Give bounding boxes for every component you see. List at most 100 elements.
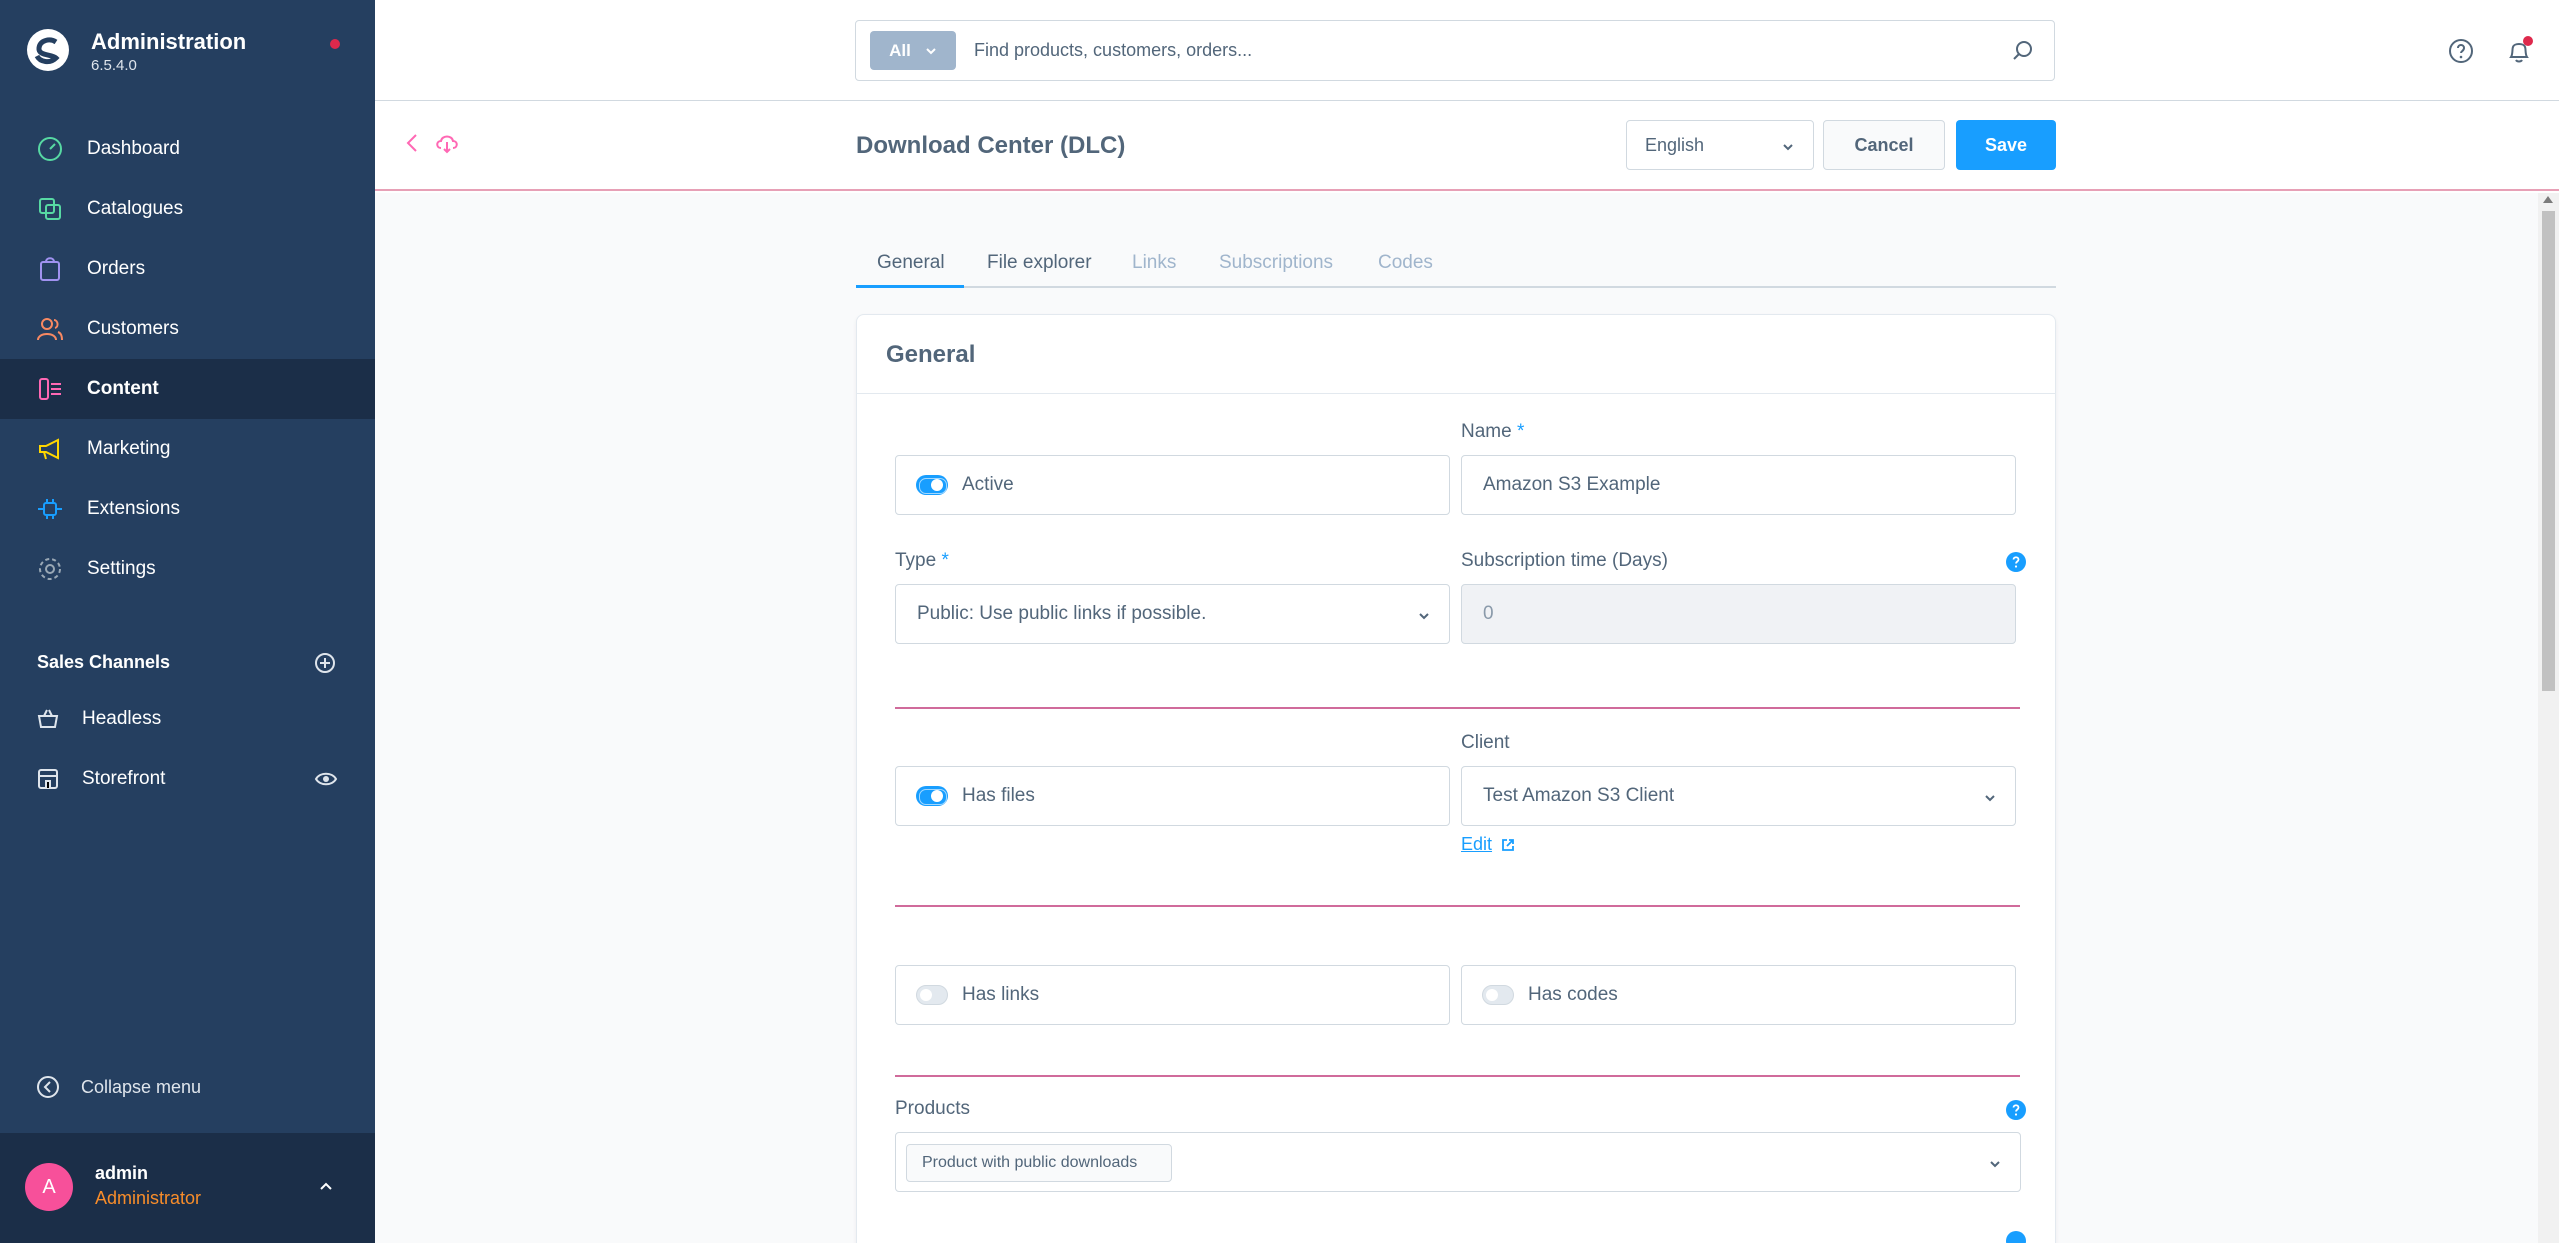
sidebar-item-catalogues[interactable]: Catalogues bbox=[0, 179, 375, 239]
type-label-text: Type bbox=[895, 550, 937, 571]
smart-bar: Download Center (DLC) English Cancel Sav… bbox=[375, 101, 2559, 191]
eye-icon[interactable] bbox=[314, 768, 338, 790]
edit-client-link[interactable]: Edit bbox=[1461, 834, 1515, 855]
user-role: Administrator bbox=[95, 1188, 202, 1208]
help-icon[interactable] bbox=[2448, 38, 2474, 64]
name-value: Amazon S3 Example bbox=[1483, 474, 1661, 495]
language-select[interactable]: English bbox=[1626, 120, 1814, 170]
shopware-logo-icon[interactable] bbox=[26, 28, 70, 72]
customers-icon bbox=[37, 318, 63, 341]
sidebar-item-dashboard[interactable]: Dashboard bbox=[0, 119, 375, 179]
dashboard-icon bbox=[38, 137, 62, 161]
type-select[interactable]: Public: Use public links if possible. bbox=[895, 584, 1450, 644]
marketing-icon bbox=[39, 438, 59, 460]
cancel-button[interactable]: Cancel bbox=[1823, 120, 1945, 170]
collapse-menu-button[interactable]: Collapse menu bbox=[36, 1075, 201, 1099]
subscription-time-value: 0 bbox=[1483, 603, 1494, 624]
has-files-label: Has files bbox=[962, 785, 1035, 806]
orders-icon bbox=[40, 257, 60, 281]
search-icon[interactable] bbox=[2012, 39, 2034, 61]
card-divider bbox=[857, 393, 2055, 394]
chevron-down-icon bbox=[1990, 1161, 2000, 1168]
topbar: All bbox=[375, 0, 2559, 101]
edit-link-label: Edit bbox=[1461, 834, 1493, 854]
sidebar-item-label: Marketing bbox=[87, 438, 171, 459]
products-select[interactable]: Product with public downloads bbox=[895, 1132, 2021, 1192]
tab-links[interactable]: Links bbox=[1132, 243, 1176, 288]
tab-general[interactable]: General bbox=[856, 243, 964, 288]
help-tooltip-icon[interactable] bbox=[2006, 1100, 2026, 1120]
sidebar-item-marketing[interactable]: Marketing bbox=[0, 419, 375, 479]
section-separator bbox=[895, 1075, 2020, 1077]
sidebar-item-content[interactable]: Content bbox=[0, 359, 375, 419]
general-card: General Active Name * Amazon S3 Example … bbox=[856, 314, 2056, 1243]
sales-channel-label: Storefront bbox=[82, 768, 166, 789]
save-button[interactable]: Save bbox=[1956, 120, 2056, 170]
sidebar: Administration 6.5.4.0 Dashboard Catalog… bbox=[0, 0, 375, 1243]
scroll-up-arrow[interactable] bbox=[2543, 196, 2553, 203]
collapse-menu-label: Collapse menu bbox=[81, 1076, 202, 1097]
sales-channel-headless[interactable]: Headless bbox=[0, 689, 375, 749]
user-name: admin bbox=[95, 1163, 149, 1183]
chevron-down-icon bbox=[1985, 795, 1995, 802]
chevron-down-icon bbox=[926, 47, 936, 54]
sidebar-item-settings[interactable]: Settings bbox=[0, 539, 375, 599]
user-profile[interactable]: A admin Administrator bbox=[0, 1133, 375, 1243]
app-version: 6.5.4.0 bbox=[91, 57, 137, 74]
products-label: Products bbox=[895, 1098, 970, 1119]
add-sales-channel-icon[interactable] bbox=[314, 652, 336, 674]
sidebar-item-label: Catalogues bbox=[87, 198, 184, 219]
global-search: All bbox=[855, 20, 2055, 81]
tab-subscriptions[interactable]: Subscriptions bbox=[1219, 243, 1333, 288]
search-input[interactable] bbox=[974, 40, 1974, 61]
product-chip[interactable]: Product with public downloads bbox=[906, 1144, 1172, 1182]
has-codes-label: Has codes bbox=[1528, 984, 1618, 1005]
sidebar-item-label: Orders bbox=[87, 258, 146, 279]
external-link-icon bbox=[1502, 838, 1514, 851]
toggle-switch[interactable] bbox=[916, 985, 948, 1005]
toggle-switch[interactable] bbox=[916, 786, 948, 806]
sidebar-item-extensions[interactable]: Extensions bbox=[0, 479, 375, 539]
chevron-up-icon[interactable] bbox=[318, 1178, 334, 1194]
collapse-icon bbox=[37, 1076, 59, 1098]
type-label: Type * bbox=[895, 550, 949, 572]
client-select[interactable]: Test Amazon S3 Client bbox=[1461, 766, 2016, 826]
sales-channel-label: Headless bbox=[82, 708, 162, 729]
scroll-thumb[interactable] bbox=[2542, 211, 2555, 691]
name-field[interactable]: Amazon S3 Example bbox=[1461, 455, 2016, 515]
toggle-switch[interactable] bbox=[1482, 985, 1514, 1005]
main-nav: Dashboard Catalogues Orders Customers Co… bbox=[0, 119, 375, 599]
active-label: Active bbox=[962, 474, 1014, 495]
sidebar-item-label: Content bbox=[87, 378, 159, 399]
subscription-time-label: Subscription time (Days) bbox=[1461, 550, 1668, 571]
has-files-switch[interactable]: Has files bbox=[895, 766, 1450, 826]
cloud-download-icon bbox=[436, 135, 458, 154]
sidebar-item-label: Settings bbox=[87, 558, 156, 579]
toggle-switch[interactable] bbox=[916, 475, 948, 495]
extensions-icon bbox=[38, 499, 62, 519]
card-title: General bbox=[886, 341, 976, 368]
has-links-label: Has links bbox=[962, 984, 1040, 1005]
chevron-down-icon bbox=[1783, 144, 1793, 151]
sidebar-item-orders[interactable]: Orders bbox=[0, 239, 375, 299]
back-arrow-icon[interactable] bbox=[402, 132, 424, 154]
has-links-switch[interactable]: Has links bbox=[895, 965, 1450, 1025]
help-tooltip-icon[interactable] bbox=[2006, 1231, 2026, 1243]
help-tooltip-icon[interactable] bbox=[2006, 552, 2026, 572]
sales-channel-storefront[interactable]: Storefront bbox=[0, 749, 375, 809]
has-codes-switch[interactable]: Has codes bbox=[1461, 965, 2016, 1025]
app-root: Administration 6.5.4.0 Dashboard Catalog… bbox=[0, 0, 2559, 1243]
active-switch[interactable]: Active bbox=[895, 455, 1450, 515]
tab-codes[interactable]: Codes bbox=[1378, 243, 1433, 288]
page-scrollbar[interactable] bbox=[2538, 193, 2559, 1243]
sidebar-item-label: Customers bbox=[87, 318, 179, 339]
required-marker: * bbox=[941, 550, 949, 571]
sidebar-item-customers[interactable]: Customers bbox=[0, 299, 375, 359]
client-label: Client bbox=[1461, 732, 1510, 753]
content-icon bbox=[39, 378, 61, 400]
subscription-time-field[interactable]: 0 bbox=[1461, 584, 2016, 644]
search-type-select[interactable]: All bbox=[870, 31, 956, 70]
main-content: General File explorer Links Subscription… bbox=[375, 193, 2538, 1243]
client-value: Test Amazon S3 Client bbox=[1483, 785, 1675, 806]
tab-file-explorer[interactable]: File explorer bbox=[987, 243, 1092, 288]
